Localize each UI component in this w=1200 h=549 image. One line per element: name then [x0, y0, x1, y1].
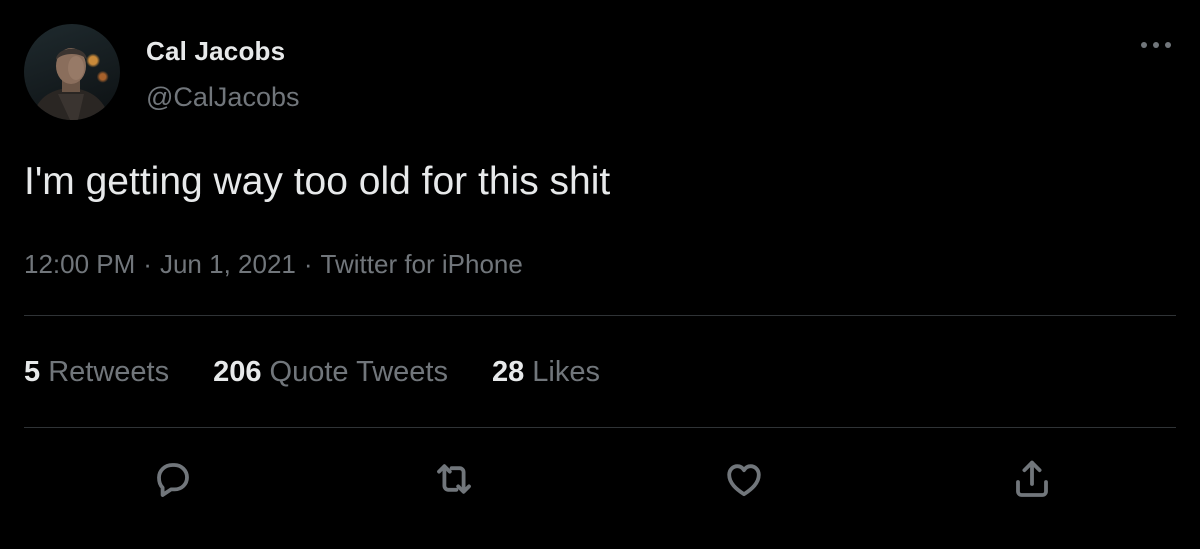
- tweet-metadata: 12:00 PM · Jun 1, 2021 · Twitter for iPhone: [24, 249, 523, 280]
- retweets-stat[interactable]: 5 Retweets: [24, 356, 169, 389]
- reply-icon[interactable]: [148, 455, 196, 503]
- display-name[interactable]: Cal Jacobs: [146, 36, 285, 67]
- divider: [24, 427, 1176, 428]
- divider: [24, 315, 1176, 316]
- retweets-label: Retweets: [48, 356, 170, 388]
- meta-separator: ·: [303, 249, 313, 279]
- retweets-count: 5: [24, 356, 41, 388]
- tweet-text: I'm getting way too old for this shit: [24, 160, 611, 203]
- tweet-stats: 5 Retweets 206 Quote Tweets 28 Likes: [24, 356, 644, 389]
- retweet-icon[interactable]: [430, 455, 478, 503]
- share-icon[interactable]: [1008, 455, 1056, 503]
- avatar[interactable]: [24, 24, 120, 120]
- meta-separator: ·: [143, 249, 152, 279]
- tweet-time[interactable]: 12:00 PM: [24, 249, 135, 279]
- likes-count: 28: [491, 356, 525, 388]
- quote-tweets-stat[interactable]: 206 Quote Tweets: [213, 356, 448, 389]
- tweet-card: Cal Jacobs @CalJacobs I'm getting way to…: [0, 0, 1200, 549]
- tweet-source[interactable]: Twitter for iPhone: [321, 249, 523, 279]
- user-handle[interactable]: @CalJacobs: [146, 82, 299, 113]
- tweet-date[interactable]: Jun 1, 2021: [160, 249, 296, 279]
- quote-tweets-label: Quote Tweets: [269, 356, 448, 388]
- likes-label: Likes: [532, 356, 600, 388]
- more-options-icon[interactable]: [1138, 36, 1174, 54]
- quote-tweets-count: 206: [213, 356, 262, 388]
- like-icon[interactable]: [720, 455, 768, 503]
- likes-stat[interactable]: 28 Likes: [492, 356, 600, 389]
